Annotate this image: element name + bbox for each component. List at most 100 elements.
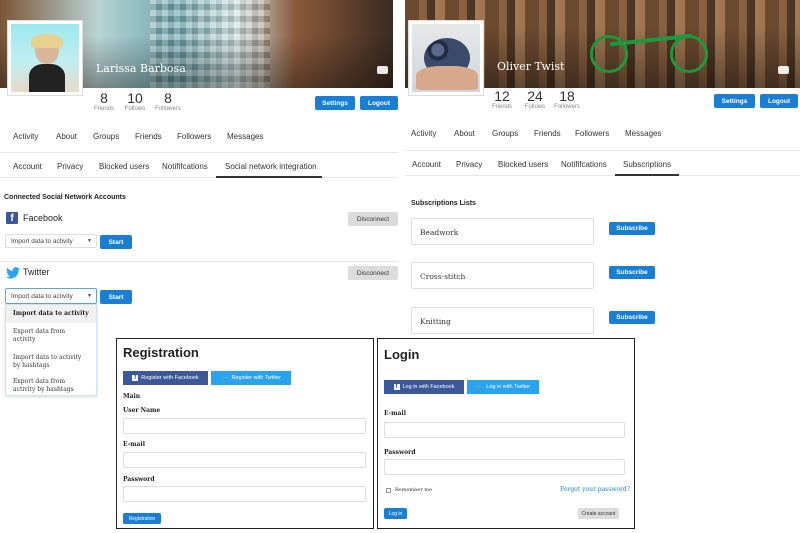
facebook-disconnect-button[interactable]: Disconnect (348, 212, 398, 226)
divider (405, 150, 800, 151)
subscription-item: Knitting (411, 307, 594, 334)
subscribe-button[interactable]: Subscribe (609, 222, 655, 235)
left-stat-follows[interactable]: 10 Follows (119, 90, 151, 112)
right-profile-name: Oliver Twist (497, 60, 565, 73)
active-tab-indicator (216, 176, 322, 178)
subscription-name: Beadwork (420, 228, 459, 237)
chevron-down-icon: ▼ (87, 293, 92, 299)
nav-friends[interactable]: Friends (534, 129, 561, 138)
section-title-connected-accounts: Connected Social Network Accounts (4, 194, 126, 201)
right-stat-follows[interactable]: 24 Follows (518, 88, 552, 110)
login-submit-button[interactable]: Log in (384, 508, 407, 519)
button-label: Log in with Facebook (402, 384, 455, 390)
camera-icon[interactable] (377, 66, 388, 74)
tab-privacy[interactable]: Privacy (456, 160, 482, 169)
twitter-disconnect-button[interactable]: Disconnect (348, 266, 398, 280)
right-stat-friends[interactable]: 12 Friends (485, 88, 519, 110)
login-facebook-button[interactable]: f Log in with Facebook (384, 380, 464, 394)
nav-groups[interactable]: Groups (492, 129, 518, 138)
login-email-field[interactable] (384, 422, 625, 438)
login-email-label: E-mail (384, 410, 406, 417)
nav-activity[interactable]: Activity (13, 132, 38, 141)
right-stat-followers[interactable]: 18 Followers (550, 88, 584, 110)
nav-about[interactable]: About (454, 129, 475, 138)
left-settings-button[interactable]: Settings (315, 96, 355, 110)
right-sub-nav: Account Privacy Blocked users Notififcat… (405, 156, 800, 174)
facebook-start-button[interactable]: Start (100, 235, 132, 249)
tab-blocked-users[interactable]: Blocked users (99, 162, 149, 171)
tab-notifications[interactable]: Notififcations (162, 162, 208, 171)
nav-followers[interactable]: Followers (177, 132, 211, 141)
forgot-password-link[interactable]: Forgot your password? (560, 486, 630, 493)
left-sub-nav: Account Privacy Blocked users Notififcat… (0, 158, 398, 176)
nav-followers[interactable]: Followers (575, 129, 609, 138)
tab-account[interactable]: Account (412, 160, 441, 169)
facebook-import-select[interactable]: Import data to activity ▼ (5, 234, 97, 248)
register-twitter-button[interactable]: 🐦 Register with Twitter (211, 371, 291, 385)
create-account-button[interactable]: Create account (578, 508, 619, 519)
right-settings-button[interactable]: Settings (714, 94, 755, 108)
chevron-down-icon: ▼ (87, 238, 92, 244)
tab-subscriptions[interactable]: Subscriptions (623, 160, 671, 169)
remember-me-checkbox[interactable] (386, 488, 391, 493)
login-password-label: Password (384, 449, 416, 456)
camera-icon[interactable] (778, 66, 789, 74)
select-value: Import data to activity (11, 292, 73, 300)
subscription-item: Beadwork (411, 218, 594, 245)
nav-messages[interactable]: Messages (227, 132, 263, 141)
nav-friends[interactable]: Friends (135, 132, 162, 141)
login-twitter-button[interactable]: 🐦 Log in with Twitter (467, 380, 539, 394)
login-panel: Login f Log in with Facebook 🐦 Log in wi… (377, 338, 635, 529)
nav-activity[interactable]: Activity (411, 129, 436, 138)
dropdown-option[interactable]: Export data from activity by hashtags (6, 375, 96, 397)
divider (0, 177, 398, 178)
left-stat-friends[interactable]: 8 Friends (88, 90, 120, 112)
tab-account[interactable]: Account (13, 162, 42, 171)
divider (0, 261, 398, 262)
registration-submit-button[interactable]: Registration (123, 513, 161, 524)
tab-privacy[interactable]: Privacy (57, 162, 83, 171)
left-avatar[interactable] (7, 20, 83, 96)
section-title-subscriptions: Subscriptions Lists (411, 200, 476, 207)
email-field[interactable] (123, 452, 366, 468)
tab-social-network-integration[interactable]: Social network integration (225, 162, 317, 171)
button-label: Register with Twitter (231, 375, 281, 381)
button-label: Register with Facebook (141, 375, 199, 381)
stat-value: 10 (127, 90, 143, 106)
tab-notifications[interactable]: Notififcations (561, 160, 607, 169)
username-field[interactable] (123, 418, 366, 434)
divider (0, 152, 398, 153)
active-tab-indicator (615, 174, 679, 176)
twitter-import-select[interactable]: Import data to activity ▼ (5, 288, 97, 304)
stat-label: Follows (124, 106, 146, 112)
login-password-field[interactable] (384, 459, 625, 475)
subscribe-button[interactable]: Subscribe (609, 311, 655, 324)
stat-value: 18 (559, 88, 575, 104)
left-stat-followers[interactable]: 8 Followers (152, 90, 184, 112)
dropdown-option[interactable]: Import data to activity by hashtags (6, 351, 96, 375)
subscribe-button[interactable]: Subscribe (609, 266, 655, 279)
twitter-start-button[interactable]: Start (100, 290, 132, 304)
remember-me-label: Remember me (395, 487, 433, 493)
registration-panel: Registration f Register with Facebook 🐦 … (116, 338, 374, 529)
nav-about[interactable]: About (56, 132, 77, 141)
stat-label: Follows (524, 104, 546, 110)
right-main-nav: Activity About Groups Friends Followers … (405, 125, 800, 143)
password-field[interactable] (123, 486, 366, 502)
right-avatar[interactable] (408, 20, 484, 96)
stat-label: Friends (93, 106, 114, 112)
register-facebook-button[interactable]: f Register with Facebook (123, 371, 208, 385)
tab-blocked-users[interactable]: Blocked users (498, 160, 548, 169)
nav-messages[interactable]: Messages (625, 129, 661, 138)
dropdown-option[interactable]: Export data from activity (6, 325, 96, 349)
registration-title: Registration (123, 345, 199, 360)
facebook-label: Facebook (23, 213, 63, 223)
stat-label: Friends (491, 104, 512, 110)
stat-value: 24 (527, 88, 543, 104)
nav-groups[interactable]: Groups (93, 132, 119, 141)
left-logout-button[interactable]: Logout (360, 96, 398, 110)
right-logout-button[interactable]: Logout (760, 94, 798, 108)
dropdown-option[interactable]: Import data to activity (6, 305, 96, 323)
facebook-icon: f (132, 375, 139, 381)
registration-section-main: Main (123, 393, 141, 400)
